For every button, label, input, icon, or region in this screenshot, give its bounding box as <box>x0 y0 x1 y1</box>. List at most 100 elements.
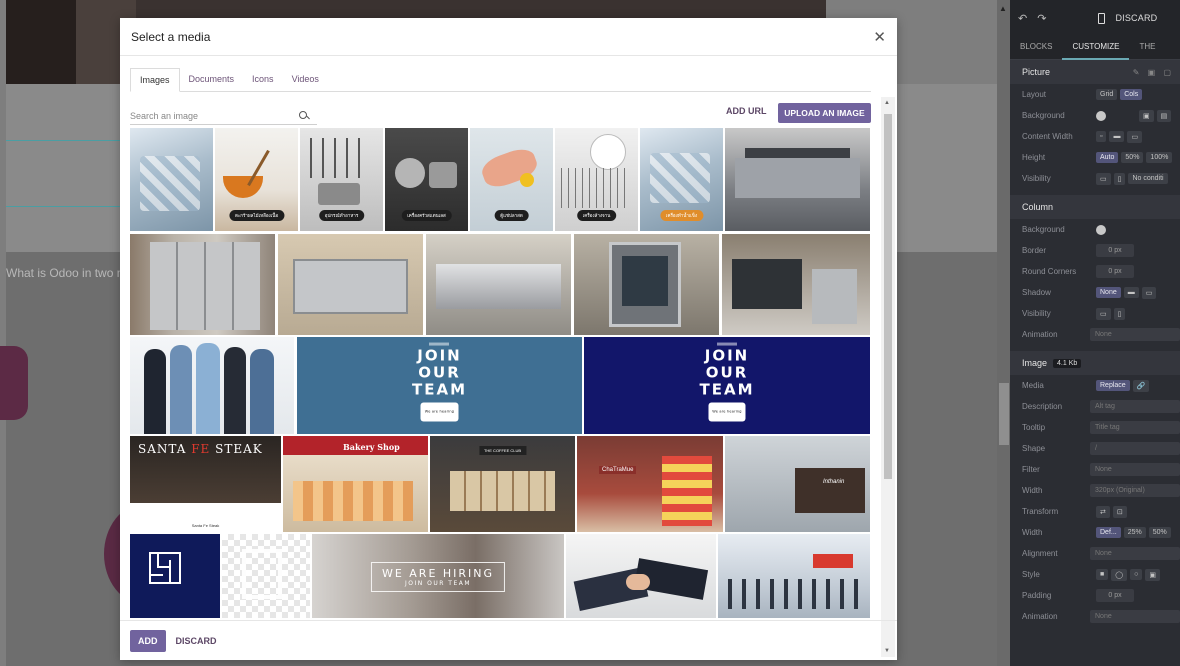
add-button[interactable]: ADD <box>130 629 166 652</box>
width-medium-icon[interactable]: ▬ <box>1109 131 1125 142</box>
animation-select[interactable]: None <box>1090 610 1180 623</box>
media-tabs: Images Documents Icons Videos <box>130 68 871 92</box>
style-thumbnail-icon[interactable]: ▣ <box>1145 568 1160 581</box>
shadow-inset-icon[interactable]: ▭ <box>1141 286 1157 299</box>
transform-icon[interactable]: ⇄ <box>1096 505 1110 518</box>
image-thumbnail[interactable] <box>426 234 571 335</box>
round-corners-row: Round Corners 0 px <box>1010 261 1180 282</box>
dialog-scrollbar[interactable]: ▲ ▼ <box>881 97 895 657</box>
style-square-icon[interactable]: ■ <box>1096 569 1109 580</box>
page-scrollbar-thumb[interactable] <box>999 383 1009 445</box>
border-input[interactable]: 0 px <box>1096 244 1134 257</box>
image-thumbnail[interactable]: JOIN OUR TEAM We are hearing <box>297 337 582 434</box>
filter-select[interactable]: None <box>1090 463 1180 476</box>
alignment-select[interactable]: None <box>1090 547 1180 560</box>
visibility-select[interactable]: No conditi <box>1128 173 1168 184</box>
image-thumbnail[interactable]: เครื่องครัวสแตนเลส <box>385 128 468 231</box>
padding-input[interactable]: 0 px <box>1096 589 1134 602</box>
image-thumbnail[interactable] <box>130 337 294 434</box>
image-thumbnail[interactable]: Bakery Shop <box>283 436 428 532</box>
image-thumbnail[interactable] <box>222 534 310 618</box>
image-thumbnail[interactable]: เครื่องทำน้ำแข็ง <box>640 128 723 231</box>
image-caption: อุปกรณ์ทำอาหาร <box>318 210 365 221</box>
height-auto-button[interactable]: Auto <box>1096 152 1119 163</box>
background-video-icon[interactable]: ▤ <box>1156 109 1172 122</box>
round-corners-input[interactable]: 0 px <box>1096 265 1134 278</box>
undo-icon[interactable]: ↶ <box>1018 12 1027 25</box>
image-thumbnail[interactable]: SANTA FE STEAK Santa Fe Steak <box>130 436 281 532</box>
tab-images[interactable]: Images <box>130 68 180 92</box>
animation-select[interactable]: None <box>1090 328 1180 341</box>
dialog-scrollbar-thumb[interactable] <box>884 114 892 479</box>
page-scrollbar[interactable] <box>997 0 1010 666</box>
column-animation-row: Animation None <box>1010 324 1180 345</box>
mobile-icon[interactable]: ▯ <box>1113 307 1126 320</box>
image-thumbnail[interactable]: ChaTraMue <box>577 436 723 532</box>
tab-customize[interactable]: CUSTOMIZE <box>1062 36 1130 60</box>
option-label: Layout <box>1022 90 1047 99</box>
replace-image-button[interactable]: Replace <box>1096 380 1130 391</box>
mobile-preview-icon[interactable] <box>1098 12 1106 24</box>
redo-icon[interactable]: ↷ <box>1037 12 1046 25</box>
layout-cols-button[interactable]: Cols <box>1120 89 1143 100</box>
column-visibility-row: Visibility ▭ ▯ <box>1010 303 1180 324</box>
image-thumbnail[interactable] <box>722 234 870 335</box>
search-input[interactable] <box>130 110 298 121</box>
image-thumbnail[interactable] <box>718 534 870 618</box>
scroll-up-arrow-icon[interactable]: ▲ <box>999 4 1007 13</box>
image-thumbnail[interactable] <box>725 128 870 231</box>
style-rounded-icon[interactable]: ◯ <box>1111 568 1128 581</box>
image-thumbnail[interactable] <box>130 128 213 231</box>
image-thumbnail[interactable] <box>278 234 423 335</box>
height-100-button[interactable]: 100% <box>1146 152 1173 163</box>
editor-discard-button[interactable]: DISCARD <box>1115 13 1157 23</box>
title-tag-input[interactable]: Title tag <box>1090 421 1180 434</box>
tab-icons[interactable]: Icons <box>243 68 283 92</box>
upload-image-button[interactable]: UPLOAD AN IMAGE <box>778 103 871 123</box>
mobile-icon[interactable]: ▯ <box>1113 172 1126 185</box>
shadow-outset-icon[interactable]: ▬ <box>1123 287 1139 298</box>
shadow-none-button[interactable]: None <box>1096 287 1121 298</box>
section-actions-icon[interactable]: ✎ ▣ ▢ <box>1133 68 1180 77</box>
background-image-icon[interactable]: ▣ <box>1139 109 1154 122</box>
image-thumbnail[interactable] <box>130 534 220 618</box>
scroll-up-arrow-icon[interactable]: ▲ <box>884 100 890 106</box>
image-thumbnail[interactable]: WE ARE HIRING JOIN OUR TEAM <box>312 534 564 618</box>
discard-button[interactable]: DISCARD <box>176 636 217 646</box>
tab-videos[interactable]: Videos <box>283 68 328 92</box>
desktop-icon[interactable]: ▭ <box>1096 307 1111 320</box>
layout-grid-button[interactable]: Grid <box>1096 89 1118 100</box>
image-thumbnail[interactable] <box>574 234 719 335</box>
height-50-button[interactable]: 50% <box>1121 152 1144 163</box>
image-thumbnail[interactable]: อุปกรณ์ทำอาหาร <box>300 128 383 231</box>
crop-icon[interactable]: ⊡ <box>1112 505 1127 518</box>
tab-theme[interactable]: THE <box>1129 36 1165 60</box>
image-thumbnail[interactable] <box>566 534 716 618</box>
style-circle-icon[interactable]: ○ <box>1130 569 1143 580</box>
width-small-icon[interactable]: ▫ <box>1096 131 1107 142</box>
width-full-icon[interactable]: ▭ <box>1127 130 1143 143</box>
image-thumbnail[interactable]: ตะกร้าผลไม้เหลืองเนื้อ <box>215 128 298 231</box>
image-thumbnail[interactable]: JOIN OUR TEAM We are hearing <box>584 337 870 434</box>
image-thumbnail[interactable]: Inthanin <box>725 436 870 532</box>
color-picker[interactable] <box>1096 224 1106 235</box>
alt-tag-input[interactable]: Alt tag <box>1090 400 1180 413</box>
tab-documents[interactable]: Documents <box>180 68 244 92</box>
add-url-button[interactable]: ADD URL <box>726 106 767 116</box>
image-thumbnail[interactable]: THE COFFEE CLUB <box>430 436 575 532</box>
image-thumbnail[interactable]: เครื่องล้างจาน <box>555 128 638 231</box>
search-icon[interactable] <box>298 110 310 122</box>
image-thumbnail[interactable] <box>130 234 275 335</box>
width-25-button[interactable]: 25% <box>1123 527 1146 538</box>
tooltip-row: Tooltip Title tag <box>1010 417 1180 438</box>
close-icon[interactable]: ✕ <box>873 28 886 46</box>
image-thumbnail[interactable]: ตู้แช่ปลาสด <box>470 128 553 231</box>
width-50-button[interactable]: 50% <box>1148 527 1171 538</box>
width-default-button[interactable]: Def... <box>1096 527 1121 538</box>
shape-select[interactable]: / <box>1090 442 1180 455</box>
color-picker[interactable] <box>1096 110 1106 121</box>
desktop-icon[interactable]: ▭ <box>1096 172 1111 185</box>
tab-blocks[interactable]: BLOCKS <box>1010 36 1062 60</box>
link-icon[interactable]: 🔗 <box>1132 379 1150 392</box>
image-width-select[interactable]: 320px (Original) <box>1090 484 1180 497</box>
